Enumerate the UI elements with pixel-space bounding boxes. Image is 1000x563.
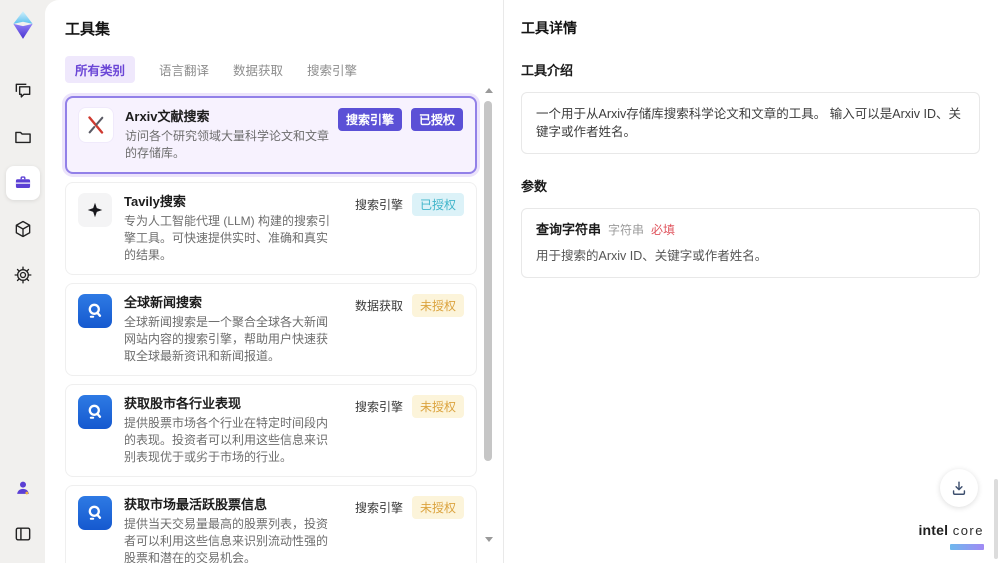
main-content: 工具集 所有类别 语言翻译 数据获取 搜索引擎 Arxiv文献搜索 访问各个研究… <box>45 0 1000 563</box>
tool-name: Tavily搜索 <box>124 194 186 209</box>
tool-name: 获取市场最活跃股票信息 <box>124 497 268 512</box>
tool-badges: 搜索引擎 已授权 <box>337 108 463 131</box>
tool-category-badge: 搜索引擎 <box>337 108 402 131</box>
tool-description: 专为人工智能代理 (LLM) 构建的搜索引擎工具。可快速提供实时、准确和真实的结… <box>124 214 331 262</box>
tool-card-arxiv[interactable]: Arxiv文献搜索 访问各个研究领域大量科学论文和文章的存储库。 搜索引擎 已授… <box>65 96 477 174</box>
tool-auth-badge: 未授权 <box>411 294 464 317</box>
tool-card-tavily[interactable]: Tavily搜索 专为人工智能代理 (LLM) 构建的搜索引擎工具。可快速提供实… <box>65 182 477 275</box>
panel-toggle-icon[interactable] <box>6 517 40 551</box>
list-scrollbar[interactable] <box>483 88 493 542</box>
blue-search-logo-icon <box>78 496 112 530</box>
tool-badges: 搜索引擎 已授权 <box>355 193 464 216</box>
tool-name: 获取股市各行业表现 <box>124 396 242 411</box>
tool-list-panel: 工具集 所有类别 语言翻译 数据获取 搜索引擎 Arxiv文献搜索 访问各个研究… <box>45 0 503 563</box>
tool-category-badge: 搜索引擎 <box>354 400 403 414</box>
parameter-box: 查询字符串 字符串 必填 用于搜索的Arxiv ID、关键字或作者姓名。 <box>521 208 980 278</box>
tool-list: Arxiv文献搜索 访问各个研究领域大量科学论文和文章的存储库。 搜索引擎 已授… <box>65 96 477 563</box>
chat-icon[interactable] <box>6 74 40 108</box>
tool-badges: 数据获取 未授权 <box>355 294 464 317</box>
tool-intro-text: 一个用于从Arxiv存储库搜索科学论文和文章的工具。 输入可以是Arxiv ID… <box>536 107 962 139</box>
tool-card-sector-performance[interactable]: 获取股市各行业表现 提供股票市场各个行业在特定时间段内的表现。投资者可以利用这些… <box>65 384 477 477</box>
params-heading: 参数 <box>521 179 548 194</box>
scroll-down-arrow-icon[interactable] <box>485 537 493 542</box>
arxiv-logo-icon <box>79 108 113 142</box>
tool-name: 全球新闻搜索 <box>124 295 203 310</box>
sparkle-star-icon <box>78 193 112 227</box>
left-rail <box>0 0 45 563</box>
scroll-up-arrow-icon[interactable] <box>485 88 493 93</box>
tool-badges: 搜索引擎 未授权 <box>355 395 464 418</box>
intel-core-logo: intel core <box>918 523 984 553</box>
toolbox-icon[interactable] <box>5 166 40 200</box>
download-button[interactable] <box>940 469 978 507</box>
tool-detail-panel: 工具详情 工具介绍 一个用于从Arxiv存储库搜索科学论文和文章的工具。 输入可… <box>504 0 1000 563</box>
brand-gradient-strip <box>950 544 984 550</box>
tab-data-fetch[interactable]: 数据获取 <box>233 60 283 79</box>
tool-description: 访问各个研究领域大量科学论文和文章的存储库。 <box>125 129 330 160</box>
tool-name: Arxiv文献搜索 <box>125 109 210 124</box>
tool-auth-badge: 已授权 <box>411 193 464 216</box>
tab-language-translation[interactable]: 语言翻译 <box>159 60 209 79</box>
parameter-required-badge: 必填 <box>651 223 676 237</box>
tool-intro-box: 一个用于从Arxiv存储库搜索科学论文和文章的工具。 输入可以是Arxiv ID… <box>521 92 980 154</box>
intro-heading: 工具介绍 <box>521 63 574 78</box>
parameter-type: 字符串 <box>608 223 645 237</box>
download-icon <box>952 481 966 495</box>
brand-intel: intel <box>918 522 949 538</box>
tool-auth-badge: 未授权 <box>411 496 464 519</box>
tool-category-badge: 搜索引擎 <box>354 501 403 515</box>
blue-search-logo-icon <box>78 395 112 429</box>
category-tabs: 所有类别 语言翻译 数据获取 搜索引擎 <box>65 56 503 83</box>
tab-all-categories[interactable]: 所有类别 <box>65 56 136 83</box>
tab-search-engine[interactable]: 搜索引擎 <box>307 60 357 79</box>
tool-auth-badge: 未授权 <box>411 395 464 418</box>
page-title: 工具集 <box>65 21 111 38</box>
tool-category-badge: 搜索引擎 <box>354 198 403 212</box>
scrollbar-thumb[interactable] <box>484 101 492 461</box>
window-scrollbar[interactable] <box>994 479 998 559</box>
folder-icon[interactable] <box>6 120 40 154</box>
app-logo-icon <box>8 10 38 40</box>
parameter-name: 查询字符串 <box>536 222 602 237</box>
tool-description: 全球新闻搜索是一个聚合全球各大新闻网站内容的搜索引擎，帮助用户快速获取全球最新资… <box>124 315 329 363</box>
detail-title: 工具详情 <box>521 20 577 36</box>
tool-auth-badge: 已授权 <box>410 108 463 131</box>
tool-description: 提供当天交易量最高的股票列表，投资者可以利用这些信息来识别流动性强的股票和潜在的… <box>124 517 329 563</box>
parameter-description: 用于搜索的Arxiv ID、关键字或作者姓名。 <box>536 249 768 263</box>
brand-core: core <box>952 523 984 538</box>
user-icon[interactable] <box>6 471 40 505</box>
package-icon[interactable] <box>6 212 40 246</box>
tool-category-badge: 数据获取 <box>354 299 403 313</box>
tool-badges: 搜索引擎 未授权 <box>355 496 464 519</box>
blue-search-logo-icon <box>78 294 112 328</box>
app-window: 工具集 所有类别 语言翻译 数据获取 搜索引擎 Arxiv文献搜索 访问各个研究… <box>0 0 1000 563</box>
settings-icon[interactable] <box>6 258 40 292</box>
tool-card-active-stocks[interactable]: 获取市场最活跃股票信息 提供当天交易量最高的股票列表，投资者可以利用这些信息来识… <box>65 485 477 563</box>
tool-card-global-news[interactable]: 全球新闻搜索 全球新闻搜索是一个聚合全球各大新闻网站内容的搜索引擎，帮助用户快速… <box>65 283 477 376</box>
tool-description: 提供股票市场各个行业在特定时间段内的表现。投资者可以利用这些信息来识别表现优于或… <box>124 416 329 464</box>
